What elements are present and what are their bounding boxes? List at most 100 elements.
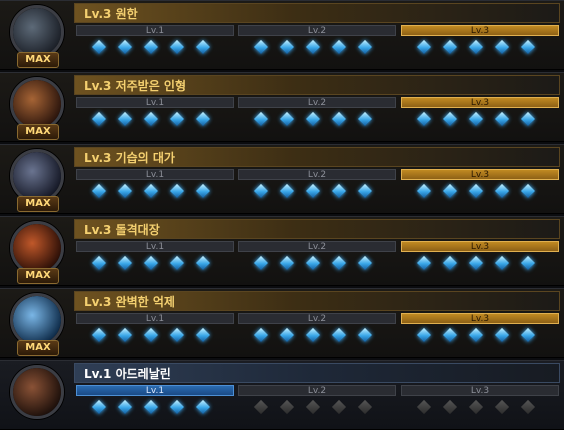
gem-inactive-icon [279, 399, 295, 415]
gem-active-icon [253, 39, 269, 55]
gem-active-icon [494, 255, 510, 271]
engraving-row[interactable]: MAX Lv.3 기습의 대가 Lv.1 Lv.2 Lv.3 [0, 144, 564, 214]
orb-art [13, 8, 61, 56]
gem-active-icon [143, 399, 159, 415]
gem-active-icon [117, 255, 133, 271]
orb-art [13, 152, 61, 200]
gem-active-icon [279, 183, 295, 199]
level-tier-label: Lv.2 [238, 25, 396, 36]
orb-art [13, 80, 61, 128]
engraving-title: Lv.3 돌격대장 [74, 219, 560, 239]
max-badge: MAX [17, 52, 59, 68]
engraving-orb-icon [10, 293, 64, 347]
gem-active-icon [195, 39, 211, 55]
gem-row [76, 39, 234, 60]
gem-active-icon [468, 327, 484, 343]
engraving-icon-wrap: MAX [4, 75, 70, 141]
engraving-row[interactable]: MAX Lv.3 완벽한 억제 Lv.1 Lv.2 Lv.3 [0, 288, 564, 358]
engraving-row[interactable]: MAX Lv.3 돌격대장 Lv.1 Lv.2 Lv.3 [0, 216, 564, 286]
level-tier-label: Lv.1 [76, 25, 234, 36]
level-tier: Lv.2 [238, 385, 396, 427]
level-tier-label: Lv.1 [76, 241, 234, 252]
gem-active-icon [279, 327, 295, 343]
level-tier: Lv.1 [76, 97, 234, 139]
gem-active-icon [416, 327, 432, 343]
gem-active-icon [331, 255, 347, 271]
engraving-icon-wrap [4, 363, 70, 429]
gem-active-icon [117, 327, 133, 343]
gem-active-icon [169, 183, 185, 199]
engraving-content: Lv.3 원한 Lv.1 Lv.2 Lv.3 [74, 3, 560, 69]
gem-active-icon [143, 327, 159, 343]
gem-active-icon [195, 111, 211, 127]
gem-active-icon [494, 39, 510, 55]
gem-inactive-icon [468, 399, 484, 415]
engraving-row[interactable]: MAX Lv.3 저주받은 인형 Lv.1 Lv.2 Lv.3 [0, 72, 564, 142]
level-tier: Lv.1 [76, 169, 234, 211]
level-tier-label: Lv.2 [238, 385, 396, 396]
gem-active-icon [331, 39, 347, 55]
engraving-content: Lv.3 돌격대장 Lv.1 Lv.2 Lv.3 [74, 219, 560, 285]
gem-active-icon [468, 255, 484, 271]
gem-active-icon [442, 255, 458, 271]
level-tier-label: Lv.1 [76, 97, 234, 108]
level-tier: Lv.1 [76, 313, 234, 355]
level-tier-label: Lv.3 [401, 241, 559, 252]
engraving-icon-wrap: MAX [4, 3, 70, 69]
gem-inactive-icon [416, 399, 432, 415]
level-tier: Lv.2 [238, 169, 396, 211]
level-tier-label: Lv.3 [401, 385, 559, 396]
engraving-row[interactable]: MAX Lv.3 원한 Lv.1 Lv.2 Lv.3 [0, 0, 564, 70]
gem-row [76, 399, 234, 420]
gem-row [401, 183, 559, 204]
level-tier-label: Lv.3 [401, 25, 559, 36]
engraving-orb-icon [10, 5, 64, 59]
gem-active-icon [195, 327, 211, 343]
level-tiers: Lv.1 Lv.2 Lv.3 [76, 241, 560, 283]
gem-active-icon [195, 399, 211, 415]
engraving-title: Lv.1 아드레날린 [74, 363, 560, 383]
gem-active-icon [357, 111, 373, 127]
level-tier: Lv.3 [401, 169, 559, 211]
gem-active-icon [169, 255, 185, 271]
gem-inactive-icon [253, 399, 269, 415]
gem-row [401, 327, 559, 348]
gem-active-icon [416, 111, 432, 127]
gem-row [238, 111, 396, 132]
engraving-content: Lv.1 아드레날린 Lv.1 Lv.2 Lv.3 [74, 363, 560, 429]
gem-active-icon [331, 327, 347, 343]
gem-active-icon [520, 255, 536, 271]
level-tier-label: Lv.2 [238, 169, 396, 180]
gem-active-icon [91, 183, 107, 199]
gem-active-icon [253, 183, 269, 199]
level-tiers: Lv.1 Lv.2 Lv.3 [76, 385, 560, 427]
engraving-row[interactable]: Lv.1 아드레날린 Lv.1 Lv.2 Lv.3 [0, 360, 564, 430]
gem-active-icon [416, 39, 432, 55]
gem-active-icon [143, 39, 159, 55]
gem-active-icon [520, 183, 536, 199]
gem-active-icon [91, 399, 107, 415]
gem-row [238, 255, 396, 276]
level-tier: Lv.3 [401, 97, 559, 139]
gem-inactive-icon [494, 399, 510, 415]
engraving-icon-wrap: MAX [4, 147, 70, 213]
gem-active-icon [253, 111, 269, 127]
level-tier-label: Lv.2 [238, 97, 396, 108]
level-tiers: Lv.1 Lv.2 Lv.3 [76, 313, 560, 355]
gem-active-icon [520, 39, 536, 55]
gem-active-icon [442, 327, 458, 343]
gem-active-icon [416, 183, 432, 199]
engraving-orb-icon [10, 77, 64, 131]
gem-active-icon [357, 183, 373, 199]
level-tier-label: Lv.3 [401, 97, 559, 108]
gem-active-icon [253, 255, 269, 271]
engraving-title: Lv.3 기습의 대가 [74, 147, 560, 167]
gem-active-icon [305, 111, 321, 127]
gem-active-icon [442, 183, 458, 199]
gem-active-icon [91, 327, 107, 343]
gem-row [401, 39, 559, 60]
gem-inactive-icon [520, 399, 536, 415]
level-tier: Lv.3 [401, 25, 559, 67]
gem-active-icon [357, 255, 373, 271]
engraving-title: Lv.3 완벽한 억제 [74, 291, 560, 311]
